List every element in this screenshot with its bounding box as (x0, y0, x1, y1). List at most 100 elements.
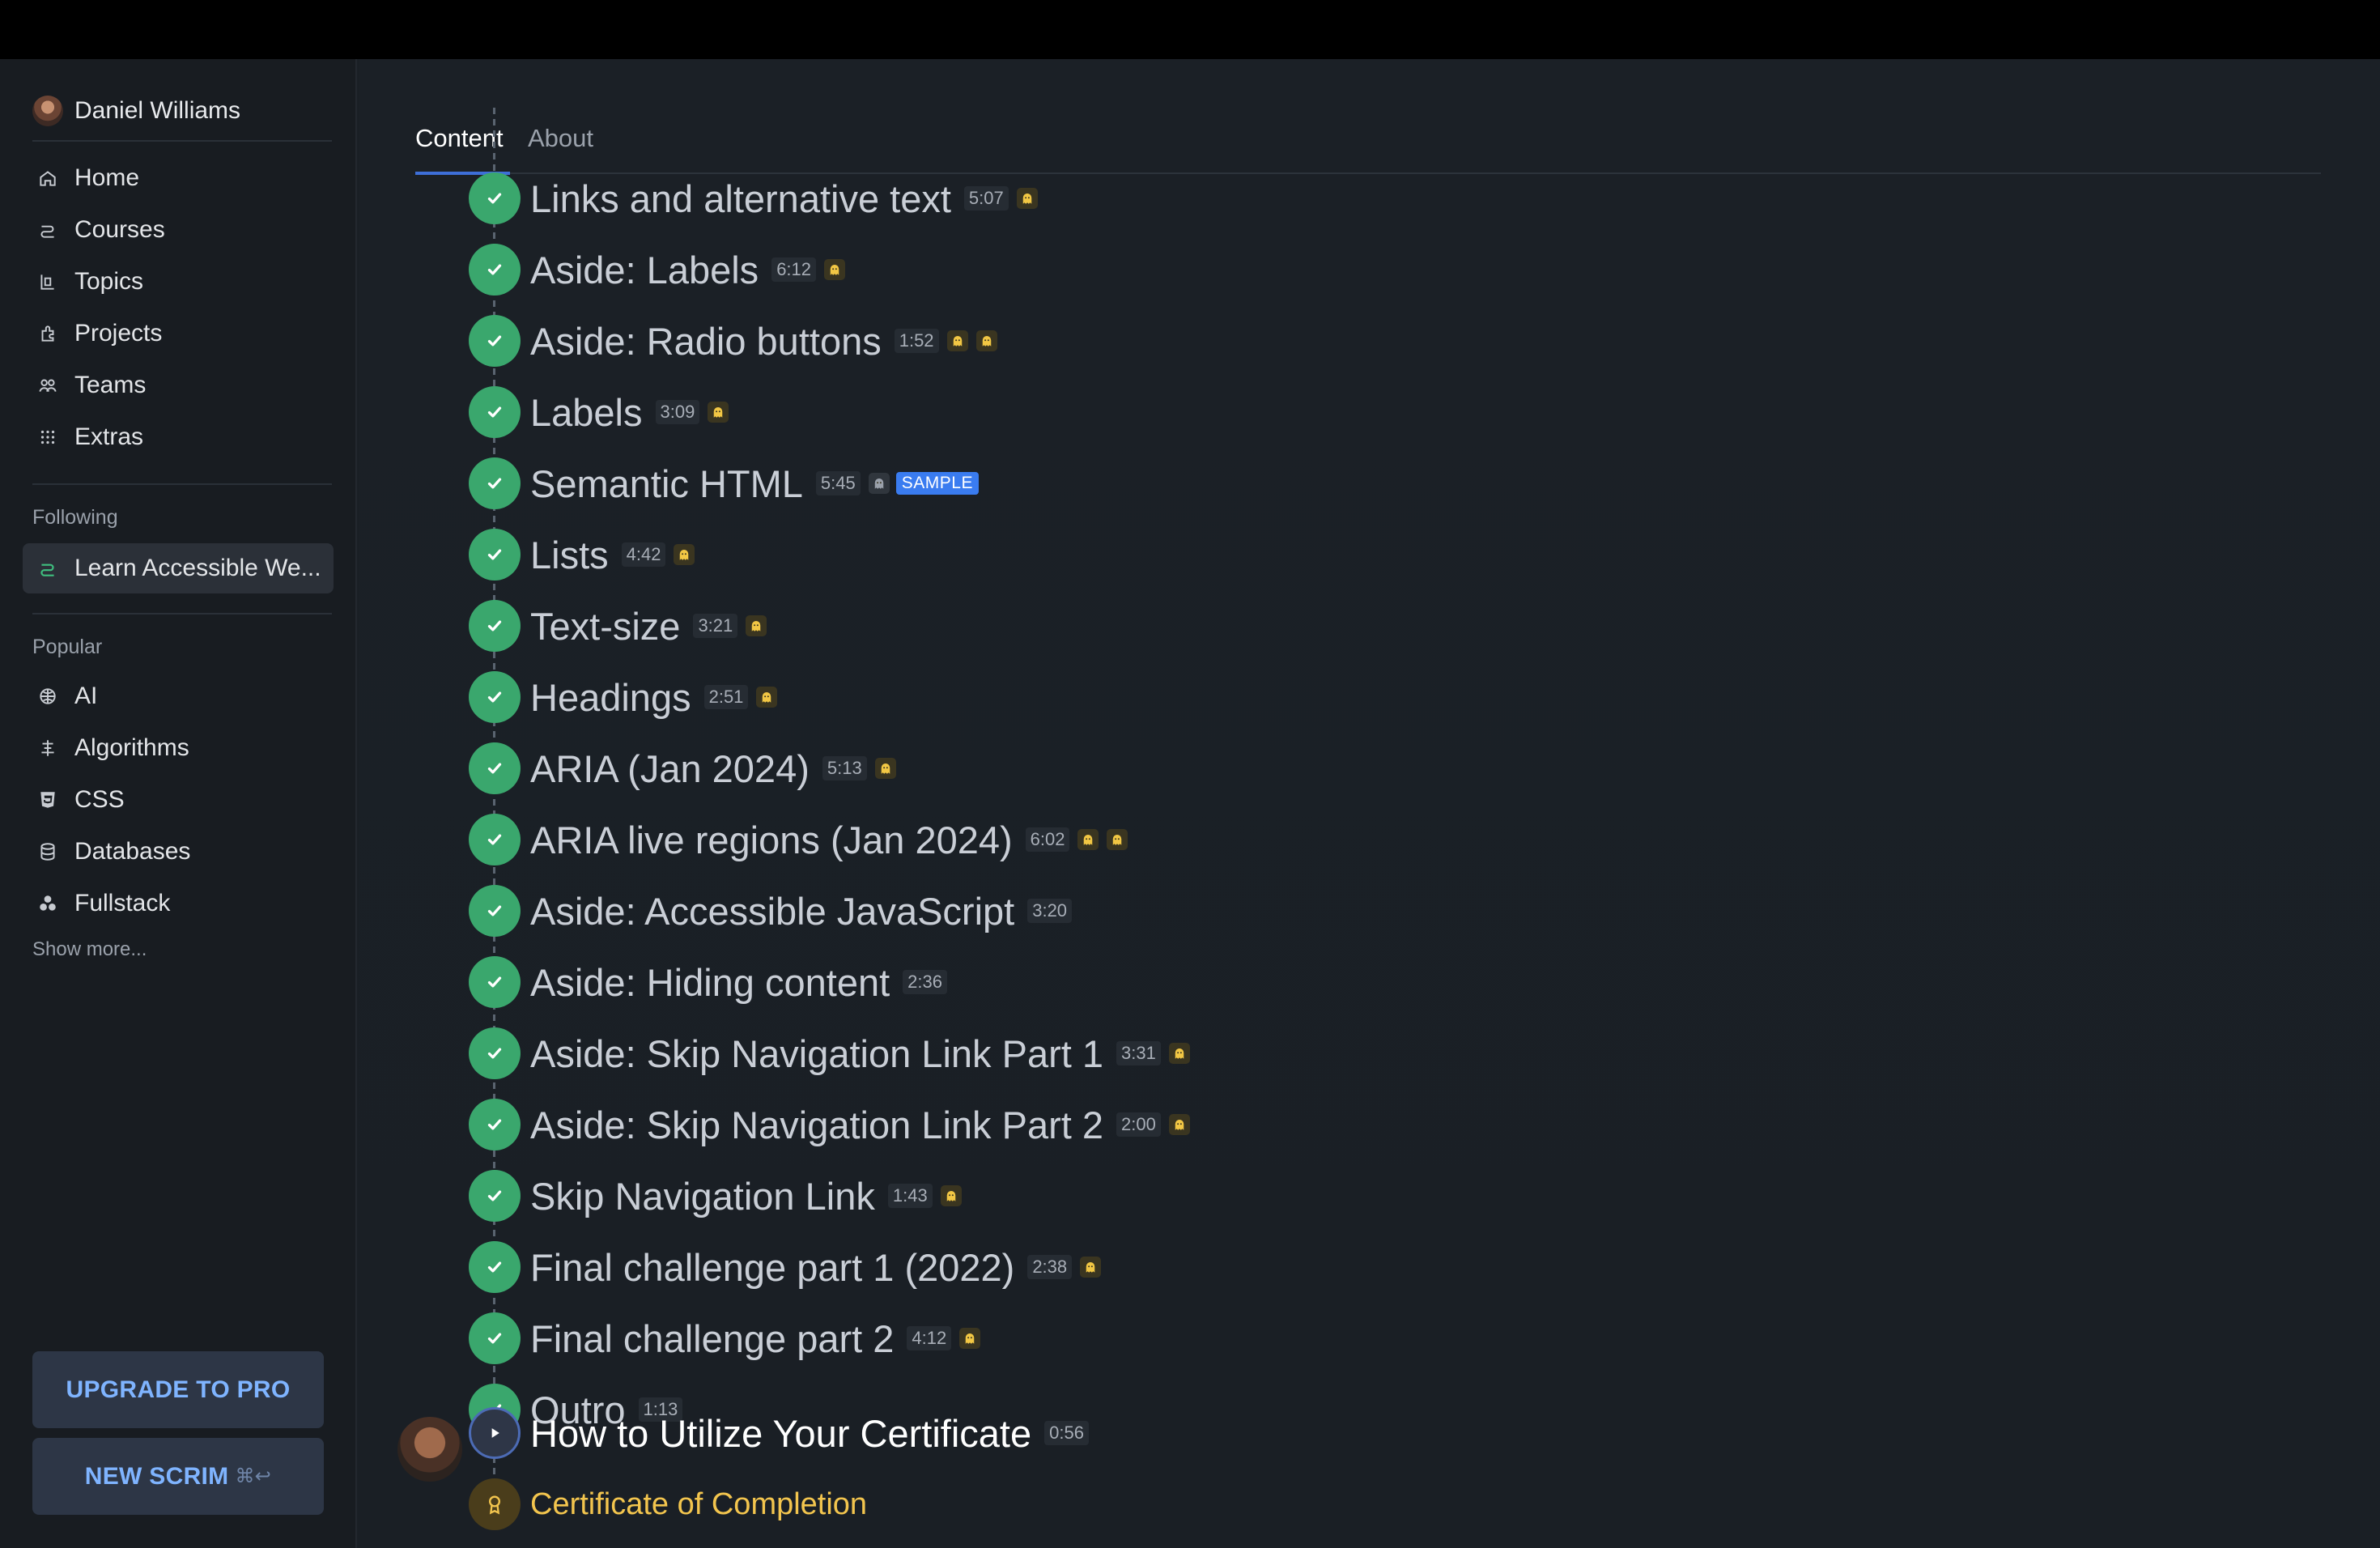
lesson-duration: 3:21 (693, 614, 738, 638)
ghost-icon (674, 544, 695, 565)
sidebar-item-teams[interactable]: Teams (23, 360, 334, 410)
lesson-item[interactable]: Aside: Labels 6:12 (469, 243, 846, 296)
lesson-duration: 5:45 (815, 471, 861, 495)
main-content: Content About Links and alternative text… (359, 59, 2380, 1548)
award-icon (469, 1478, 521, 1530)
lesson-list: Links and alternative text 5:07 Aside: Lab… (359, 59, 2380, 1548)
checkmark-icon (469, 600, 521, 652)
sidebar-item-label: CSS (74, 786, 125, 813)
lesson-item[interactable]: Aside: Hiding content 2:36 (469, 955, 947, 1009)
lesson-title: Lists (530, 533, 609, 576)
instructor-avatar (397, 1417, 462, 1482)
lesson-item[interactable]: Text-size 3:21 (469, 599, 767, 653)
sidebar-item-label: Courses (74, 216, 165, 243)
current-lesson-item[interactable]: How to Utilize Your Certificate 0:56 (469, 1406, 1089, 1460)
lesson-item[interactable]: Final challenge part 2 4:12 (469, 1312, 981, 1365)
ghost-icon (746, 615, 767, 636)
sidebar-item-label: Teams (74, 372, 147, 398)
sidebar-item-fullstack[interactable]: Fullstack (23, 878, 334, 929)
sidebar-item-label: Home (74, 164, 140, 191)
sidebar-item-following-course[interactable]: Learn Accessible We... (23, 543, 334, 593)
sidebar-item-courses[interactable]: Courses (23, 205, 334, 255)
lesson-duration: 4:12 (907, 1326, 952, 1350)
sidebar-item-css[interactable]: CSS (23, 775, 334, 825)
checkmark-icon (469, 1241, 521, 1293)
lesson-item[interactable]: Lists 4:42 (469, 528, 695, 581)
home-icon (36, 166, 60, 190)
top-bar (0, 0, 2380, 59)
new-scrim-button[interactable]: NEW SCRIM ⌘↩ (32, 1438, 324, 1515)
lesson-item[interactable]: Final challenge part 1 (2022) 2:38 (469, 1240, 1102, 1294)
checkmark-icon (469, 671, 521, 723)
sidebar-item-label: Extras (74, 423, 144, 450)
checkmark-icon (469, 885, 521, 937)
sidebar-item-algorithms[interactable]: Algorithms (23, 723, 334, 773)
play-icon (469, 1407, 521, 1459)
ghost-icon (1080, 1257, 1102, 1278)
ghost-icon (1168, 1114, 1190, 1135)
lesson-title: Aside: Radio buttons (530, 319, 882, 363)
ghost-icon (959, 1328, 981, 1349)
lesson-item[interactable]: Labels 3:09 (469, 385, 729, 439)
lesson-title: Final challenge part 1 (2022) (530, 1245, 1015, 1289)
lesson-title: Text-size (530, 604, 681, 648)
lesson-item[interactable]: Aside: Radio buttons 1:52 (469, 314, 997, 368)
divider (32, 613, 332, 615)
lesson-title: Aside: Hiding content (530, 960, 890, 1004)
ghost-icon (824, 259, 846, 280)
upgrade-button-label: UPGRADE TO PRO (66, 1376, 291, 1403)
following-heading: Following (32, 506, 118, 529)
checkmark-icon (469, 244, 521, 296)
lesson-title: Headings (530, 675, 691, 719)
user-name: Daniel Williams (74, 97, 241, 124)
checkmark-icon (469, 1312, 521, 1364)
upgrade-to-pro-button[interactable]: UPGRADE TO PRO (32, 1351, 324, 1428)
checkmark-icon (469, 529, 521, 580)
sidebar-item-label: Algorithms (74, 734, 189, 761)
sidebar-item-databases[interactable]: Databases (23, 827, 334, 877)
lesson-duration: 6:02 (1025, 827, 1070, 852)
lesson-title: Semantic HTML (530, 461, 803, 505)
lesson-duration: 2:00 (1116, 1112, 1161, 1137)
sidebar-item-topics[interactable]: Topics (23, 257, 334, 307)
sidebar-item-ai[interactable]: AI (23, 671, 334, 721)
lesson-item[interactable]: Skip Navigation Link 1:43 (469, 1169, 962, 1223)
user-profile[interactable]: Daniel Williams (32, 87, 240, 135)
checkmark-icon (469, 457, 521, 509)
checkmark-icon (469, 814, 521, 865)
lesson-title: Aside: Skip Navigation Link Part 1 (530, 1031, 1103, 1075)
lesson-item[interactable]: ARIA (Jan 2024) 5:13 (469, 742, 896, 795)
sidebar-item-extras[interactable]: Extras (23, 412, 334, 462)
lesson-item[interactable]: ARIA live regions (Jan 2024) 6:02 (469, 813, 1128, 866)
ghost-icon (1168, 1043, 1190, 1064)
lesson-item[interactable]: Headings 2:51 (469, 670, 778, 724)
lesson-item[interactable]: Aside: Accessible JavaScript 3:20 (469, 884, 1073, 938)
new-scrim-button-label: NEW SCRIM (84, 1462, 229, 1490)
lesson-item[interactable]: Semantic HTML 5:45 SAMPLE (469, 457, 979, 510)
brain-icon (36, 684, 60, 708)
ghost-icon (756, 687, 778, 708)
lesson-duration: 5:07 (963, 186, 1009, 211)
lesson-title: Labels (530, 390, 643, 434)
lesson-item[interactable]: Aside: Skip Navigation Link Part 1 3:31 (469, 1027, 1190, 1080)
divider (32, 483, 332, 485)
lesson-title: ARIA live regions (Jan 2024) (530, 818, 1013, 861)
ghost-icon (874, 758, 896, 779)
popular-heading: Popular (32, 636, 103, 658)
avatar (32, 96, 63, 126)
lesson-item[interactable]: Links and alternative text 5:07 (469, 172, 1038, 225)
lesson-duration: 4:42 (621, 542, 666, 567)
lesson-duration: 1:43 (887, 1184, 933, 1208)
sidebar-item-projects[interactable]: Projects (23, 308, 334, 359)
lesson-title: Skip Navigation Link (530, 1174, 875, 1218)
ghost-icon (1016, 188, 1038, 209)
sidebar-item-label: AI (74, 683, 98, 709)
courses-icon (36, 218, 60, 242)
sidebar-item-home[interactable]: Home (23, 153, 334, 203)
lesson-title: Aside: Labels (530, 248, 759, 291)
lesson-item[interactable]: Aside: Skip Navigation Link Part 2 2:00 (469, 1098, 1190, 1151)
ghost-icon (946, 330, 968, 351)
show-more-link[interactable]: Show more... (32, 938, 147, 961)
certificate-item[interactable]: Certificate of Completion (469, 1478, 867, 1531)
topics-icon (36, 270, 60, 294)
